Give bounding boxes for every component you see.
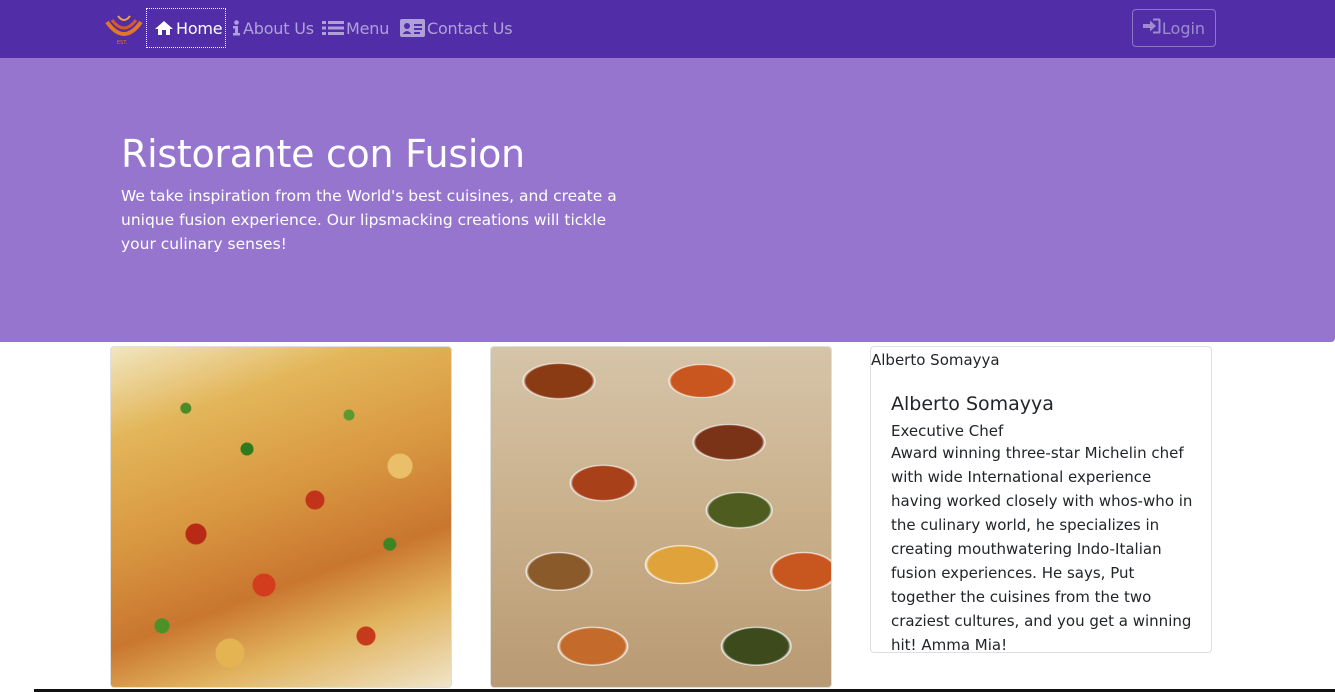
nav-contact[interactable]: Contact Us [400,8,513,48]
nav-menu[interactable]: Menu [322,8,389,48]
leader-name: Alberto Somayya [891,393,1054,415]
login-button[interactable]: Login [1132,9,1216,47]
navbar: EST. Home About Us Menu Contact Us Login [0,0,1335,58]
dish-card-image[interactable] [110,346,452,688]
info-icon [232,20,241,36]
jumbotron-tagline: We take inspiration from the World's bes… [121,187,617,253]
promotion-card-image[interactable] [490,346,832,688]
address-card-icon [400,19,425,37]
leader-card: Alberto Somayya Alberto Somayya Executiv… [870,346,1212,654]
nav-contact-label: Contact Us [427,18,513,38]
svg-text:EST.: EST. [117,40,128,46]
nav-home[interactable]: Home [146,8,226,48]
leader-description: Award winning three-star Michelin chef w… [891,444,1193,654]
login-label: Login [1161,18,1206,38]
jumbotron: Ristorante con Fusion We take inspiratio… [0,58,1335,342]
restaurant-logo[interactable]: EST. [104,10,144,46]
page-title: Ristorante con Fusion [121,132,525,176]
sign-in-icon [1142,18,1161,38]
nav-home-label: Home [176,18,223,38]
home-icon [154,20,174,36]
nav-about[interactable]: About Us [232,8,314,48]
nav-menu-label: Menu [346,18,390,38]
nav-about-label: About Us [243,18,314,38]
list-icon [322,20,344,36]
leader-designation: Executive Chef [891,422,1004,440]
leader-image-alt-text: Alberto Somayya [871,351,1000,369]
